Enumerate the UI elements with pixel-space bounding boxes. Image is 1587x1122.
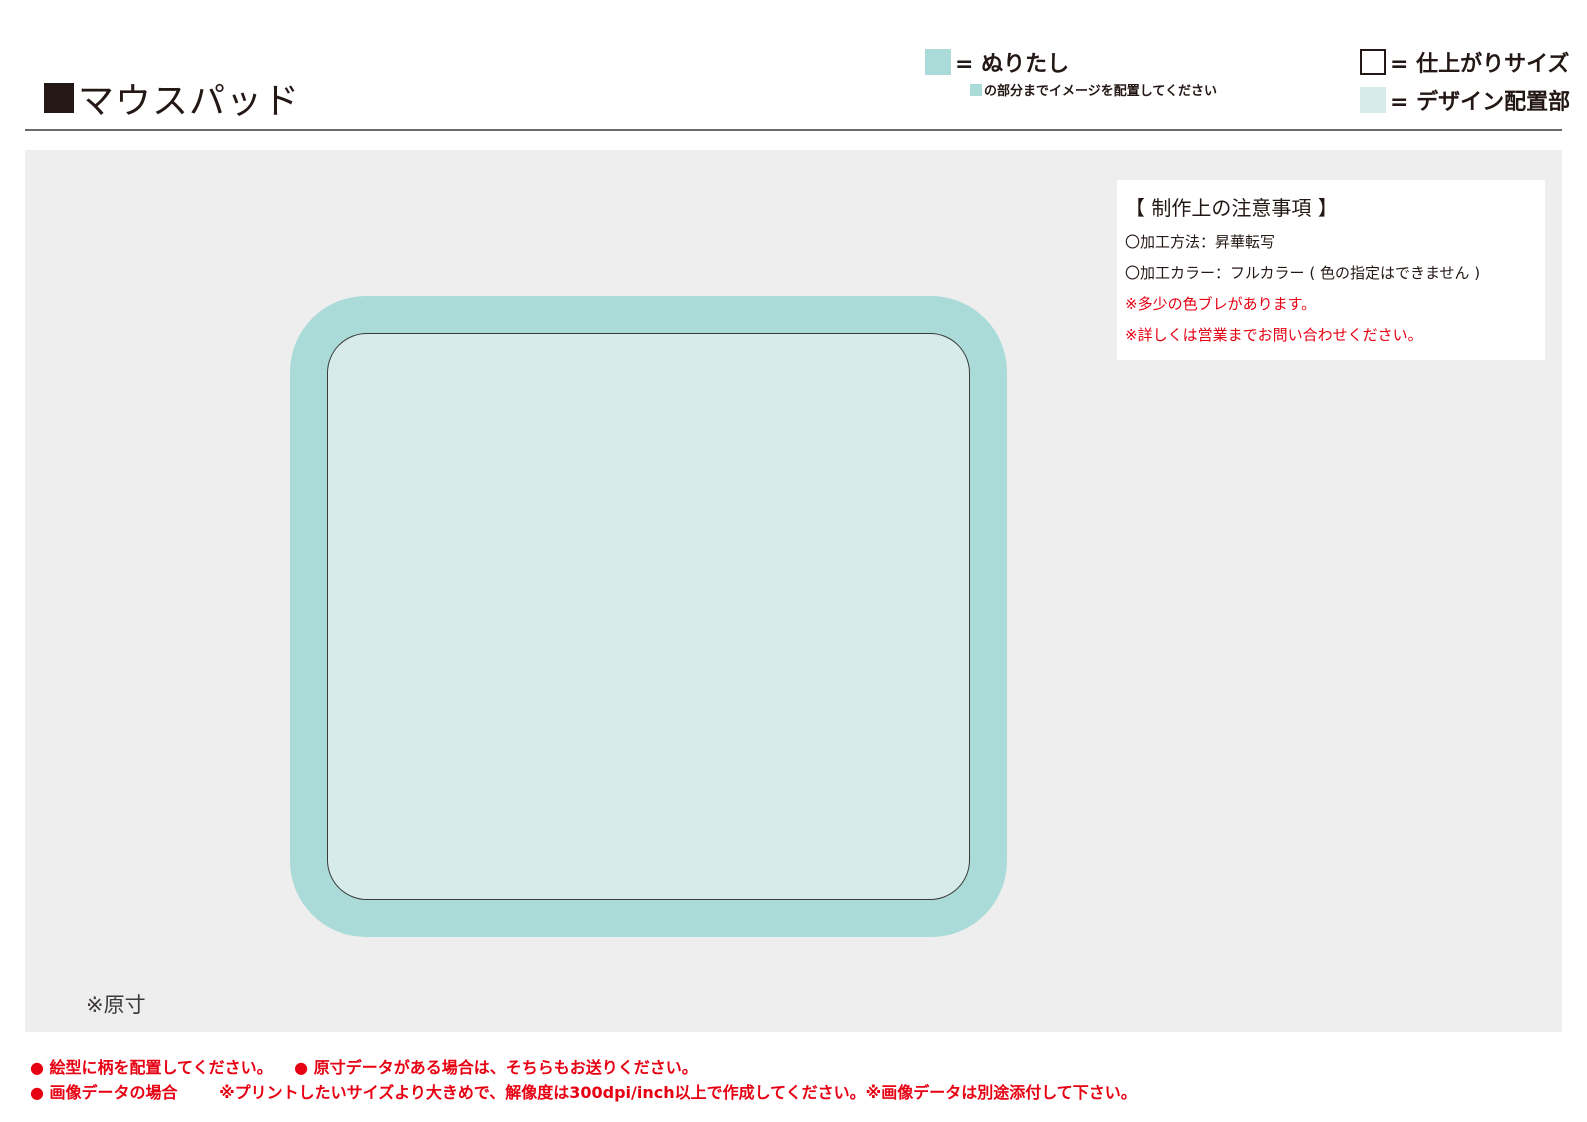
design-area [327, 333, 970, 900]
notes-line-color: 〇加工カラー：フルカラー ( 色の指定はできません ) [1125, 264, 1481, 282]
footer-note-image-data: ● 画像データの場合 [30, 1083, 178, 1102]
design-label: = デザイン配置部 [1390, 90, 1571, 115]
footer-line-2: ● 画像データの場合 ※プリントしたいサイズより大きめで、解像度は300dpi/… [30, 1079, 1137, 1103]
legend-design: = デザイン配置部 [1360, 84, 1570, 116]
footer-note-place-pattern: ● 絵型に柄を配置してください。 [30, 1058, 273, 1077]
bleed-swatch-icon [925, 49, 951, 75]
page-title: マウスパッド [44, 72, 300, 124]
notes-warning-contact: ※詳しくは営業までお問い合わせください。 [1125, 326, 1423, 344]
legend-bleed: = ぬりたし [925, 46, 1069, 78]
bleed-note-text: の部分までイメージを配置してください [984, 84, 1217, 99]
trim-swatch-icon [1360, 49, 1386, 75]
title-square-icon [44, 83, 74, 113]
header-divider [25, 129, 1562, 131]
design-swatch-icon [1360, 87, 1386, 113]
footer-note-resolution: ※プリントしたいサイズより大きめで、解像度は300dpi/inch以上で作成して… [219, 1083, 1137, 1102]
title-text: マウスパッド [78, 81, 301, 122]
notes-title: 【 制作上の注意事項 】 [1125, 196, 1338, 220]
legend-trim: = 仕上がりサイズ [1360, 46, 1569, 78]
trim-label: = 仕上がりサイズ [1390, 52, 1570, 77]
footer-note-send-original: ● 原寸データがある場合は、そちらもお送りください。 [294, 1058, 698, 1077]
actual-size-label: ※原寸 [86, 993, 146, 1017]
production-notes: 【 制作上の注意事項 】 〇加工方法：昇華転写 〇加工カラー：フルカラー ( 色… [1117, 180, 1545, 360]
footer-line-1: ● 絵型に柄を配置してください。 ● 原寸データがある場合は、そちらもお送りくだ… [30, 1054, 698, 1078]
notes-warning-color-variance: ※多少の色ブレがあります。 [1125, 295, 1317, 313]
notes-line-method: 〇加工方法：昇華転写 [1125, 233, 1276, 251]
legend-bleed-note: の部分までイメージを配置してください [970, 80, 1217, 99]
bleed-label: = ぬりたし [955, 52, 1070, 77]
bleed-mini-swatch-icon [970, 83, 982, 96]
